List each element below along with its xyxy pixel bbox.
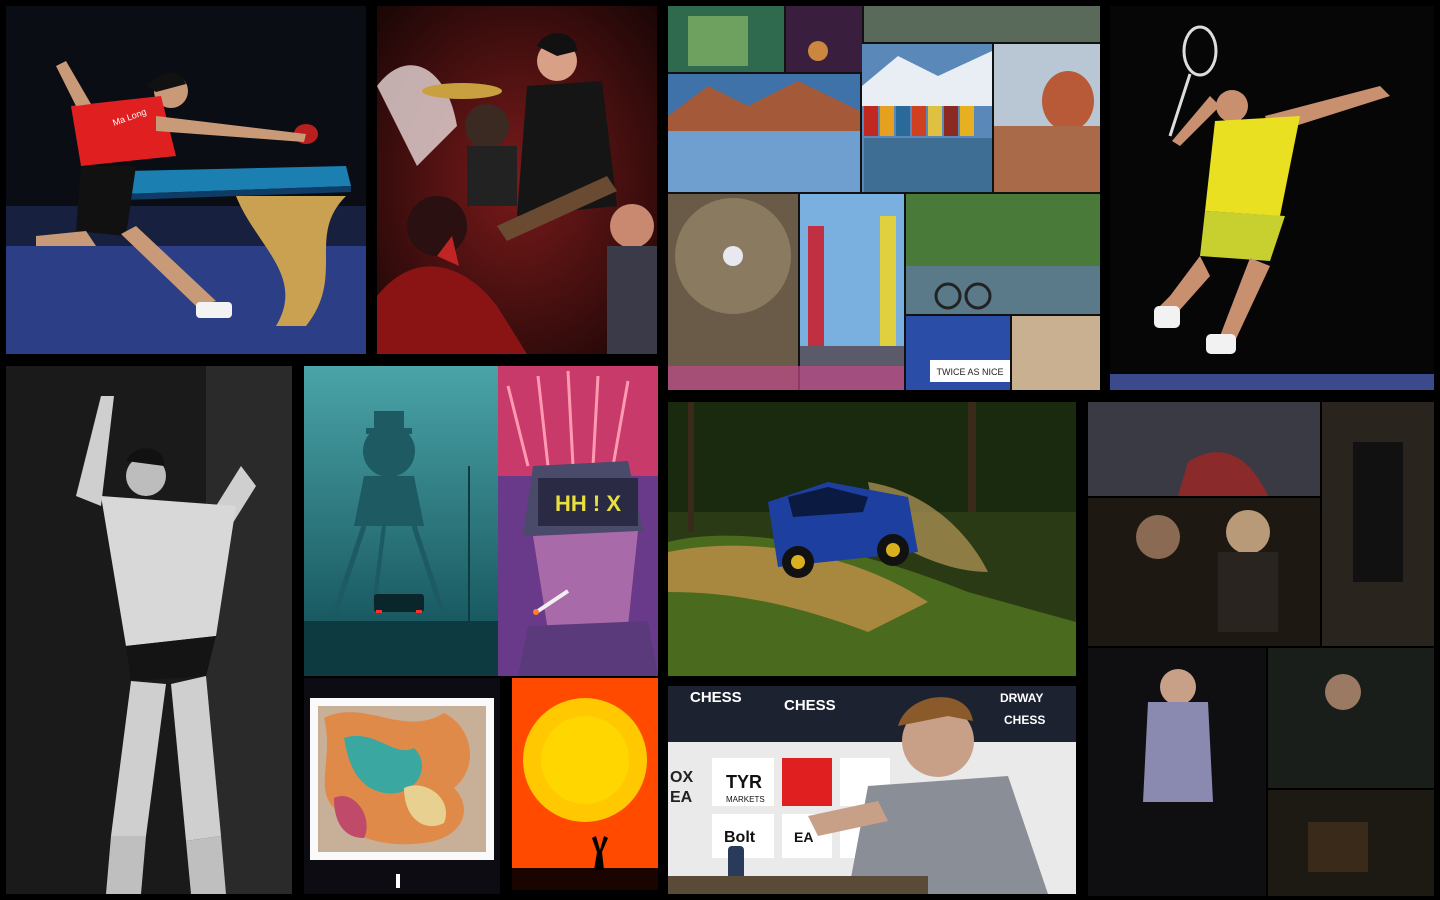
cyberpunk-face-art: HH ! X [498, 366, 658, 676]
fabric-sculpture-art [304, 678, 500, 894]
bodybuilder-photo [6, 366, 292, 894]
rock-band-photo [377, 6, 657, 354]
sign-text: TWICE AS NICE [936, 367, 1003, 377]
chess-player-photo: CHESS CHESS DRWAY CHESS OX EA TYR MARKET… [668, 686, 1076, 894]
sponsor-5: EA [670, 789, 693, 806]
visor-text: HH ! X [555, 491, 621, 516]
travel-collage-photo: TWICE AS NICE [668, 6, 1100, 390]
rally-car-photo [668, 402, 1076, 676]
sponsor-4: OX [670, 769, 693, 786]
sponsor-0: CHESS [690, 689, 742, 706]
sponsor-9: EA [794, 829, 813, 845]
giant-robot-art [304, 366, 498, 676]
sponsor-3: CHESS [1004, 713, 1045, 727]
sun-silhouette-art [512, 678, 658, 890]
sponsor-8: Bolt [724, 829, 756, 846]
sponsor-2: DRWAY [1000, 691, 1043, 705]
movie-stills-collage [1088, 402, 1434, 896]
sponsor-1: CHESS [784, 697, 836, 714]
sponsor-6: TYR [726, 772, 762, 792]
sponsor-7: MARKETS [726, 795, 765, 804]
badminton-photo [1110, 6, 1434, 390]
table-tennis-photo: Ma Long [6, 6, 366, 354]
